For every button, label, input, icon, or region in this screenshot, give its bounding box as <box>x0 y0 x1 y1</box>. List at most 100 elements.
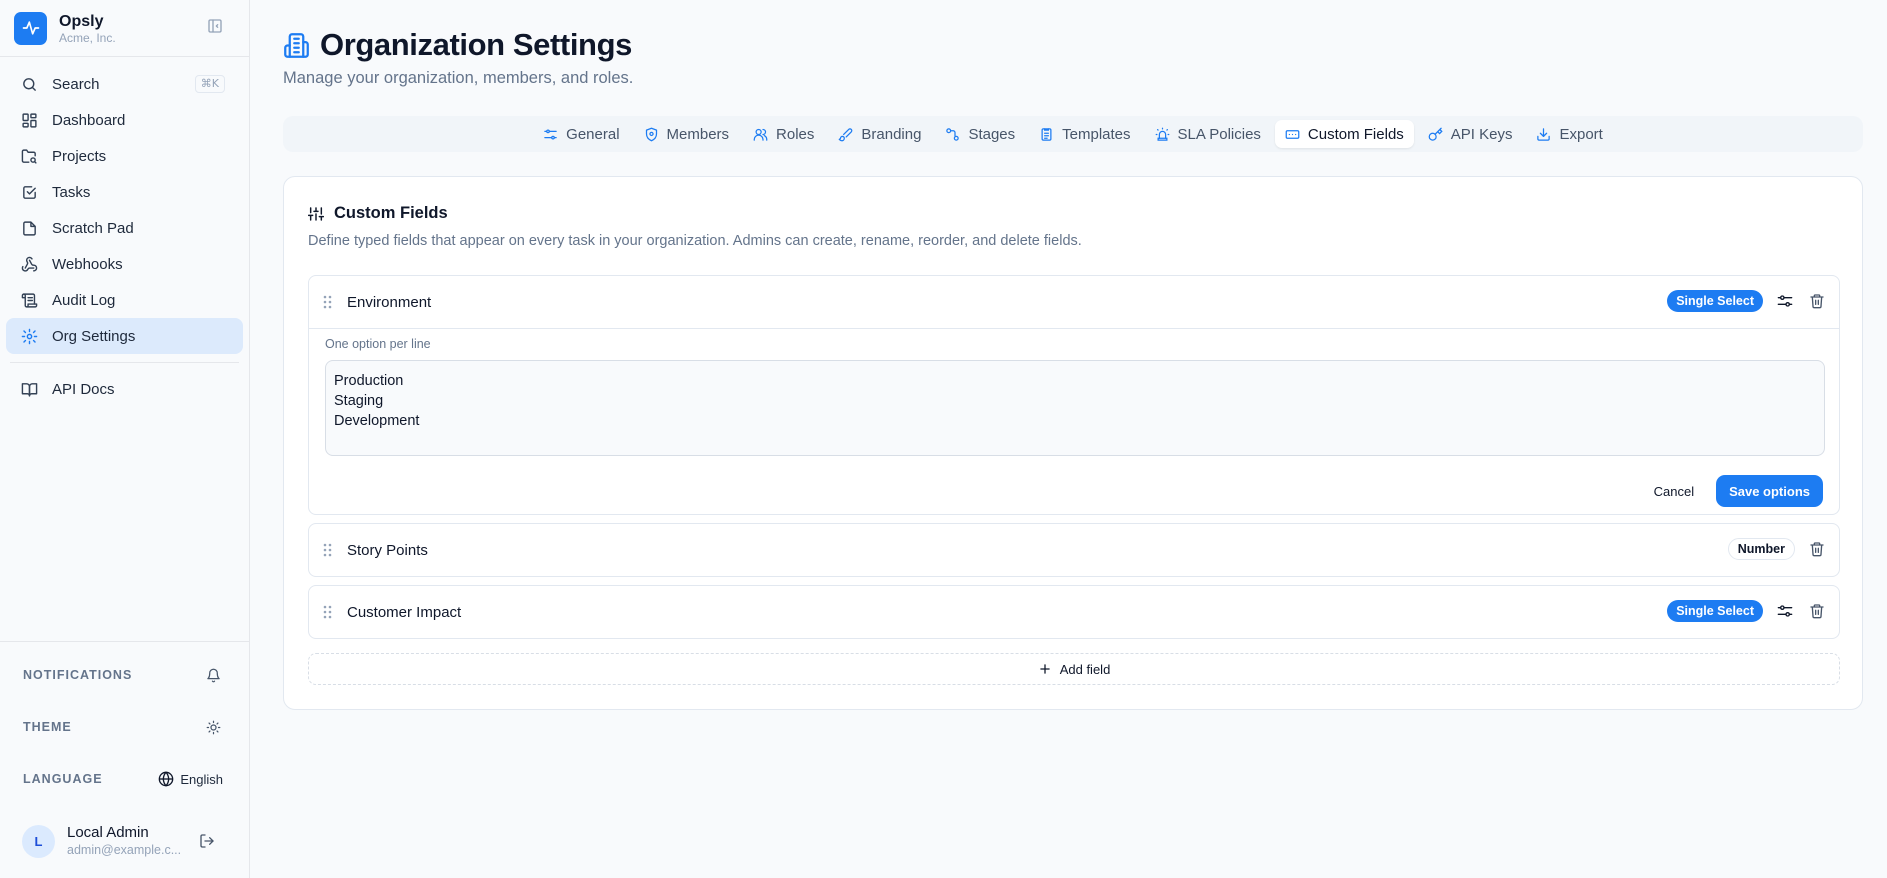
main-content: Organization Settings Manage your organi… <box>250 0 1887 878</box>
user-email: admin@example.c... <box>67 843 182 857</box>
tab-custom-fields[interactable]: Custom Fields <box>1274 120 1414 148</box>
sidebar-item-label: Scratch Pad <box>52 219 134 237</box>
page-header: Organization Settings Manage your organi… <box>283 27 633 88</box>
siren-icon <box>1155 127 1170 142</box>
tab-label: General <box>566 125 620 143</box>
field-type-badge: Single Select <box>1667 290 1763 312</box>
edit-options-icon[interactable] <box>1775 291 1795 311</box>
field-name[interactable]: Story Points <box>347 542 428 559</box>
options-hint: One option per line <box>325 337 431 351</box>
tab-members[interactable]: Members <box>634 120 740 148</box>
gear-icon <box>20 327 38 345</box>
workflow-icon <box>945 127 960 142</box>
tab-label: Branding <box>861 125 922 143</box>
sidebar-item-label: Org Settings <box>52 327 136 345</box>
sliders-icon <box>543 127 558 142</box>
sidebar-nav: Search ⌘K Dashboard Projects Tasks Scrat… <box>0 57 249 407</box>
trash-icon[interactable] <box>1807 539 1827 559</box>
page-title: Organization Settings <box>320 27 632 62</box>
custom-field-row: Story Points Number <box>308 523 1840 577</box>
sticky-note-icon <box>20 219 38 237</box>
trash-icon[interactable] <box>1807 291 1827 311</box>
tab-branding[interactable]: Branding <box>828 120 931 148</box>
theme-row: THEME <box>23 717 223 737</box>
notifications-label: NOTIFICATIONS <box>23 668 133 682</box>
sidebar-item-label: Search <box>52 75 100 93</box>
tab-label: Roles <box>776 125 815 143</box>
tab-label: Stages <box>968 125 1016 143</box>
sidebar-item-label: Audit Log <box>52 291 116 309</box>
sidebar-item-label: Tasks <box>52 183 91 201</box>
activity-icon <box>14 11 47 45</box>
brand-org: Acme, Inc. <box>59 30 116 45</box>
language-value: English <box>180 771 223 787</box>
sidebar-item-dashboard[interactable]: Dashboard <box>6 102 243 138</box>
edit-options-icon[interactable] <box>1775 601 1795 621</box>
dashboard-icon <box>20 111 38 129</box>
sidebar-item-projects[interactable]: Projects <box>6 138 243 174</box>
brand-name: Opsly <box>59 12 104 30</box>
sidebar-item-scratch-pad[interactable]: Scratch Pad <box>6 210 243 246</box>
tab-label: Custom Fields <box>1307 125 1404 143</box>
card-description: Define typed fields that appear on every… <box>308 233 1082 249</box>
shield-icon <box>644 127 659 142</box>
plus-icon <box>1038 662 1052 676</box>
sidebar-item-label: Projects <box>52 147 107 165</box>
search-icon <box>20 75 38 93</box>
brand-header: Opsly Acme, Inc. <box>0 0 249 57</box>
key-icon <box>1428 127 1443 142</box>
nav-divider <box>10 362 239 363</box>
sidebar-item-tasks[interactable]: Tasks <box>6 174 243 210</box>
theme-label: THEME <box>23 720 72 734</box>
field-name[interactable]: Environment <box>347 294 431 311</box>
tab-api-keys[interactable]: API Keys <box>1418 120 1523 148</box>
tab-export[interactable]: Export <box>1526 120 1612 148</box>
scroll-icon <box>20 291 38 309</box>
bell-icon[interactable] <box>203 665 223 685</box>
custom-fields-card: Custom Fields Define typed fields that a… <box>283 176 1863 710</box>
card-title: Custom Fields <box>334 204 448 222</box>
page-subtitle: Manage your organization, members, and r… <box>283 69 634 87</box>
sidebar: Opsly Acme, Inc. Search ⌘K Dashboard Pro… <box>0 0 250 878</box>
sidebar-item-audit-log[interactable]: Audit Log <box>6 282 243 318</box>
options-textarea[interactable]: Production Staging Development <box>325 360 1825 456</box>
drag-handle-icon[interactable] <box>323 543 333 557</box>
sun-icon[interactable] <box>203 717 223 737</box>
custom-field-row: Environment Single Select One option per… <box>308 275 1840 515</box>
save-options-button[interactable]: Save options <box>1716 475 1823 507</box>
sidebar-item-org-settings[interactable]: Org Settings <box>6 318 243 354</box>
drag-handle-icon[interactable] <box>323 605 333 619</box>
folder-search-icon <box>20 147 38 165</box>
sliders-vertical-icon <box>308 206 324 222</box>
tab-templates[interactable]: Templates <box>1029 120 1140 148</box>
tab-label: SLA Policies <box>1177 125 1261 143</box>
rectangle-ellipsis-icon <box>1285 127 1300 142</box>
sidebar-item-label: Dashboard <box>52 111 126 129</box>
field-name[interactable]: Customer Impact <box>347 604 461 621</box>
drag-handle-icon[interactable] <box>323 295 333 309</box>
language-row: LANGUAGE English <box>23 769 223 789</box>
tab-stages[interactable]: Stages <box>935 120 1025 148</box>
book-open-icon <box>20 380 38 398</box>
globe-icon <box>158 771 174 787</box>
sidebar-item-label: API Docs <box>52 380 115 398</box>
logout-icon[interactable] <box>197 831 217 851</box>
clipboard-list-icon <box>1039 127 1054 142</box>
user-name: Local Admin <box>67 824 149 841</box>
tab-label: Templates <box>1062 125 1131 143</box>
sidebar-item-api-docs[interactable]: API Docs <box>6 371 243 407</box>
tab-label: Members <box>666 125 730 143</box>
tab-general[interactable]: General <box>533 120 629 148</box>
language-label: LANGUAGE <box>23 772 103 786</box>
building-icon <box>283 32 310 59</box>
add-field-button[interactable]: Add field <box>308 653 1840 685</box>
sidebar-item-webhooks[interactable]: Webhooks <box>6 246 243 282</box>
sidebar-collapse-icon[interactable] <box>207 18 225 36</box>
cancel-button[interactable]: Cancel <box>1644 475 1704 507</box>
trash-icon[interactable] <box>1807 601 1827 621</box>
language-select[interactable]: English <box>158 771 223 787</box>
sidebar-item-search[interactable]: Search ⌘K <box>6 66 243 102</box>
tab-sla-policies[interactable]: SLA Policies <box>1145 120 1271 148</box>
webhook-icon <box>20 255 38 273</box>
tab-roles[interactable]: Roles <box>743 120 824 148</box>
